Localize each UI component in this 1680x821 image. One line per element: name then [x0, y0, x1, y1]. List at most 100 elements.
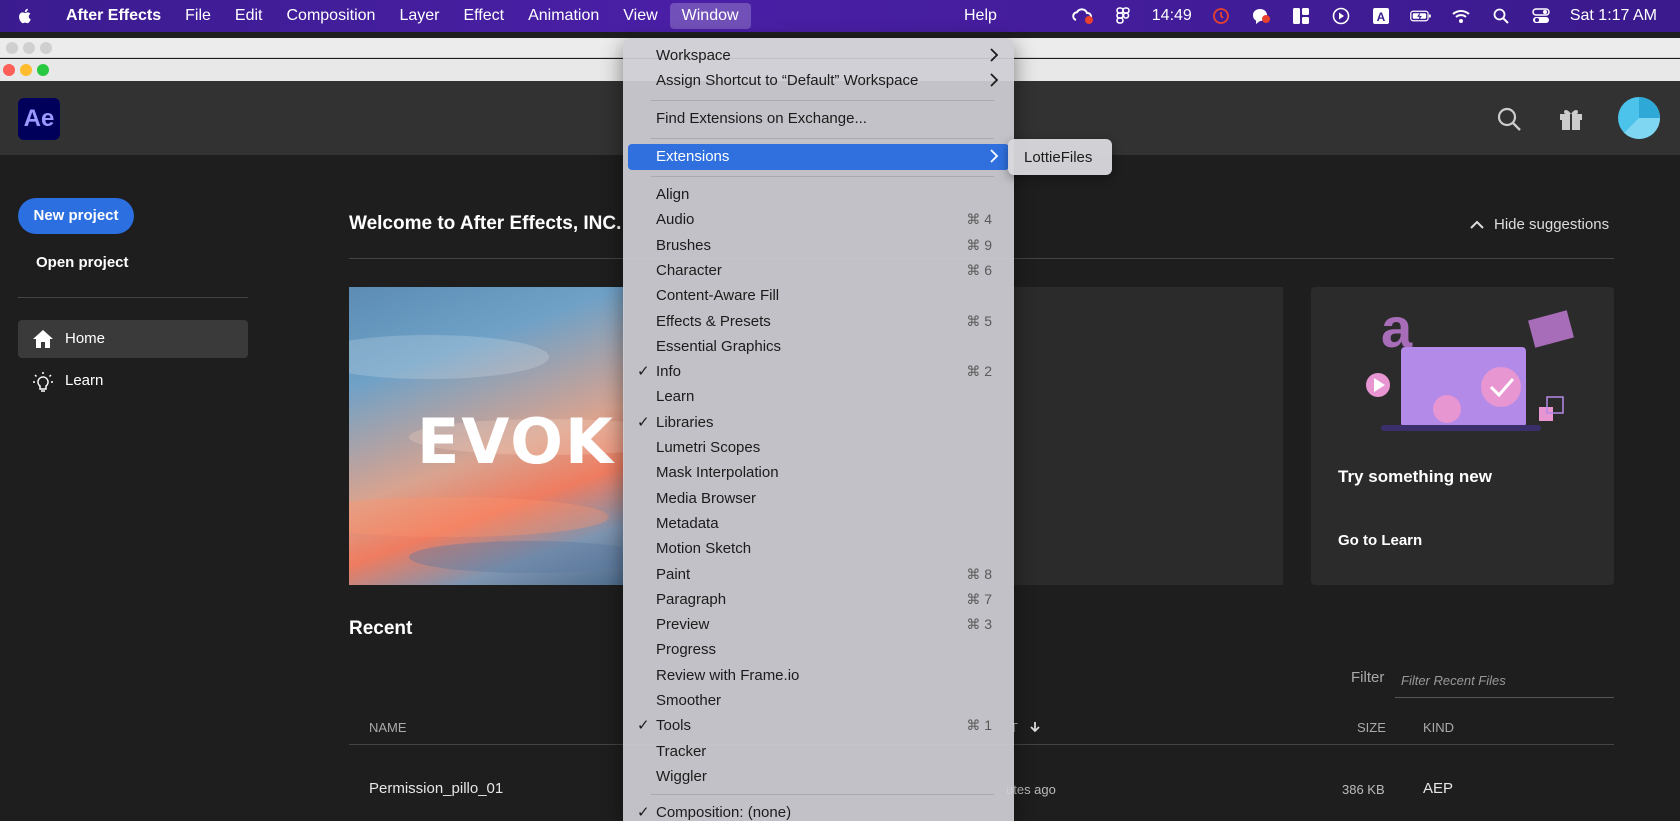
menu-item-composition[interactable]: ✓ Composition: (none)	[628, 800, 1009, 821]
open-project-link[interactable]: Open project	[36, 254, 129, 271]
close-window-icon[interactable]	[3, 64, 15, 76]
wifi-icon[interactable]	[1450, 7, 1472, 25]
menu-item-label: Smoother	[656, 692, 722, 709]
menu-composition[interactable]: Composition	[275, 3, 388, 29]
menu-item-label: Paragraph	[656, 590, 727, 608]
filter-recent-input[interactable]	[1395, 663, 1614, 698]
menu-item-assign-shortcut[interactable]: Assign Shortcut to “Default” Workspace	[628, 68, 1009, 94]
menu-layer[interactable]: Layer	[387, 3, 451, 29]
chevron-right-icon	[990, 73, 999, 87]
menu-item-review-with-frame-io[interactable]: Review with Frame.io	[628, 663, 1009, 689]
menu-item-paint[interactable]: Paint ⌘ 8	[628, 562, 1009, 588]
menu-item-preview[interactable]: Preview ⌘ 3	[628, 612, 1009, 638]
play-icon[interactable]	[1330, 7, 1352, 25]
menu-item-mask-interpolation[interactable]: Mask Interpolation	[628, 460, 1009, 486]
menu-item-workspace[interactable]: Workspace	[628, 43, 1009, 69]
menu-app-name[interactable]: After Effects	[54, 3, 173, 29]
menu-item-find-extensions[interactable]: Find Extensions on Exchange...	[628, 106, 1009, 132]
menu-item-progress[interactable]: Progress	[628, 637, 1009, 663]
menu-item-tools[interactable]: ✓ Tools ⌘ 1	[628, 713, 1009, 739]
menu-item-content-aware-fill[interactable]: Content-Aware Fill	[628, 283, 1009, 309]
recent-heading: Recent	[349, 618, 413, 639]
menu-item-shortcut: ⌘ 1	[966, 717, 992, 734]
chat-icon[interactable]	[1250, 7, 1272, 25]
menubar-datetime[interactable]: Sat 1:17 AM	[1570, 7, 1657, 25]
figma-icon[interactable]	[1112, 7, 1134, 25]
menu-item-lumetri-scopes[interactable]: Lumetri Scopes	[628, 435, 1009, 461]
menu-window[interactable]: Window	[669, 3, 751, 29]
menu-edit[interactable]: Edit	[223, 3, 275, 29]
menu-item-label: Character	[656, 261, 722, 279]
menu-item-label: Tools	[656, 717, 692, 735]
menu-effect[interactable]: Effect	[451, 3, 516, 29]
try-something-new-card[interactable]: a Try something new Go to Learn	[1311, 287, 1614, 585]
menu-item-wiggler[interactable]: Wiggler	[628, 764, 1009, 790]
suggestion-card-panel[interactable]	[1013, 287, 1283, 585]
gift-icon[interactable]	[1558, 106, 1584, 137]
sidebar-item-label: Learn	[65, 372, 104, 389]
svg-text:A: A	[1376, 10, 1385, 24]
hide-suggestions-button[interactable]: Hide suggestions	[1470, 216, 1609, 233]
checkmark-icon: ✓	[637, 363, 650, 381]
creative-cloud-icon[interactable]	[1072, 7, 1094, 25]
minimize-window-icon[interactable]	[20, 64, 32, 76]
menu-separator	[651, 138, 994, 139]
control-center-icon[interactable]	[1530, 7, 1552, 25]
close-icon[interactable]	[6, 42, 18, 54]
go-to-learn-link[interactable]: Go to Learn	[1338, 532, 1422, 549]
menu-item-extensions[interactable]: Extensions	[628, 144, 1009, 170]
avatar[interactable]	[1618, 97, 1660, 139]
menu-animation[interactable]: Animation	[516, 3, 611, 29]
menu-item-metadata[interactable]: Metadata	[628, 511, 1009, 537]
column-header-name[interactable]: NAME	[369, 720, 407, 735]
column-header-size[interactable]: SIZE	[1357, 720, 1386, 735]
menu-item-label: Essential Graphics	[656, 337, 782, 355]
minimize-icon[interactable]	[23, 42, 35, 54]
menu-item-label: Align	[656, 186, 690, 203]
try-card-title: Try something new	[1338, 467, 1492, 486]
page-title: Welcome to After Effects, INC.	[349, 213, 622, 234]
menu-item-audio[interactable]: Audio ⌘ 4	[628, 207, 1009, 233]
file-name[interactable]: Permission_pillo_01	[369, 780, 503, 797]
menu-item-label: Workspace	[656, 47, 731, 64]
submenu-item-lottiefiles[interactable]: LottieFiles	[1024, 149, 1092, 166]
menu-item-character[interactable]: Character ⌘ 6	[628, 258, 1009, 284]
sidebar-item-label: Home	[65, 330, 106, 347]
menubar-clock[interactable]: 14:49	[1152, 7, 1192, 25]
suggestion-card-image[interactable]: EVOK	[349, 287, 624, 585]
menu-item-brushes[interactable]: Brushes ⌘ 9	[628, 233, 1009, 259]
input-source-icon[interactable]: A	[1370, 7, 1392, 25]
menu-item-media-browser[interactable]: Media Browser	[628, 486, 1009, 512]
sidebar-item-learn[interactable]: Learn	[18, 362, 248, 400]
battery-icon[interactable]	[1409, 7, 1432, 25]
column-header-kind[interactable]: KIND	[1423, 720, 1454, 735]
menu-item-align[interactable]: Align	[628, 182, 1009, 208]
extensions-submenu: LottieFiles	[1008, 139, 1112, 175]
menu-file[interactable]: File	[173, 3, 223, 29]
new-project-button[interactable]: New project	[18, 198, 134, 234]
menu-view[interactable]: View	[611, 3, 669, 29]
menu-item-effects-presets[interactable]: Effects & Presets ⌘ 5	[628, 309, 1009, 335]
menu-separator	[651, 794, 994, 795]
menu-item-essential-graphics[interactable]: Essential Graphics	[628, 334, 1009, 360]
menu-help[interactable]: Help	[952, 3, 1009, 29]
menu-item-motion-sketch[interactable]: Motion Sketch	[628, 536, 1009, 562]
sidebar-item-home[interactable]: Home	[18, 320, 248, 358]
menu-item-label: Brushes	[656, 236, 712, 254]
layout-icon[interactable]	[1290, 7, 1312, 25]
spotlight-icon[interactable]	[1490, 7, 1512, 25]
menu-item-libraries[interactable]: ✓ Libraries	[628, 410, 1009, 436]
apple-icon[interactable]	[16, 7, 34, 25]
column-header-opened[interactable]: T	[1010, 720, 1041, 735]
menu-item-info[interactable]: ✓ Info ⌘ 2	[628, 359, 1009, 385]
zoom-window-icon[interactable]	[37, 64, 49, 76]
checkmark-icon: ✓	[637, 413, 650, 431]
menu-item-paragraph[interactable]: Paragraph ⌘ 7	[628, 587, 1009, 613]
menu-item-tracker[interactable]: Tracker	[628, 739, 1009, 765]
search-icon[interactable]	[1496, 106, 1522, 137]
after-effects-logo: Ae	[18, 98, 60, 140]
timer-icon[interactable]	[1210, 7, 1232, 25]
menu-item-smoother[interactable]: Smoother	[628, 688, 1009, 714]
zoom-icon[interactable]	[40, 42, 52, 54]
menu-item-learn[interactable]: Learn	[628, 384, 1009, 410]
